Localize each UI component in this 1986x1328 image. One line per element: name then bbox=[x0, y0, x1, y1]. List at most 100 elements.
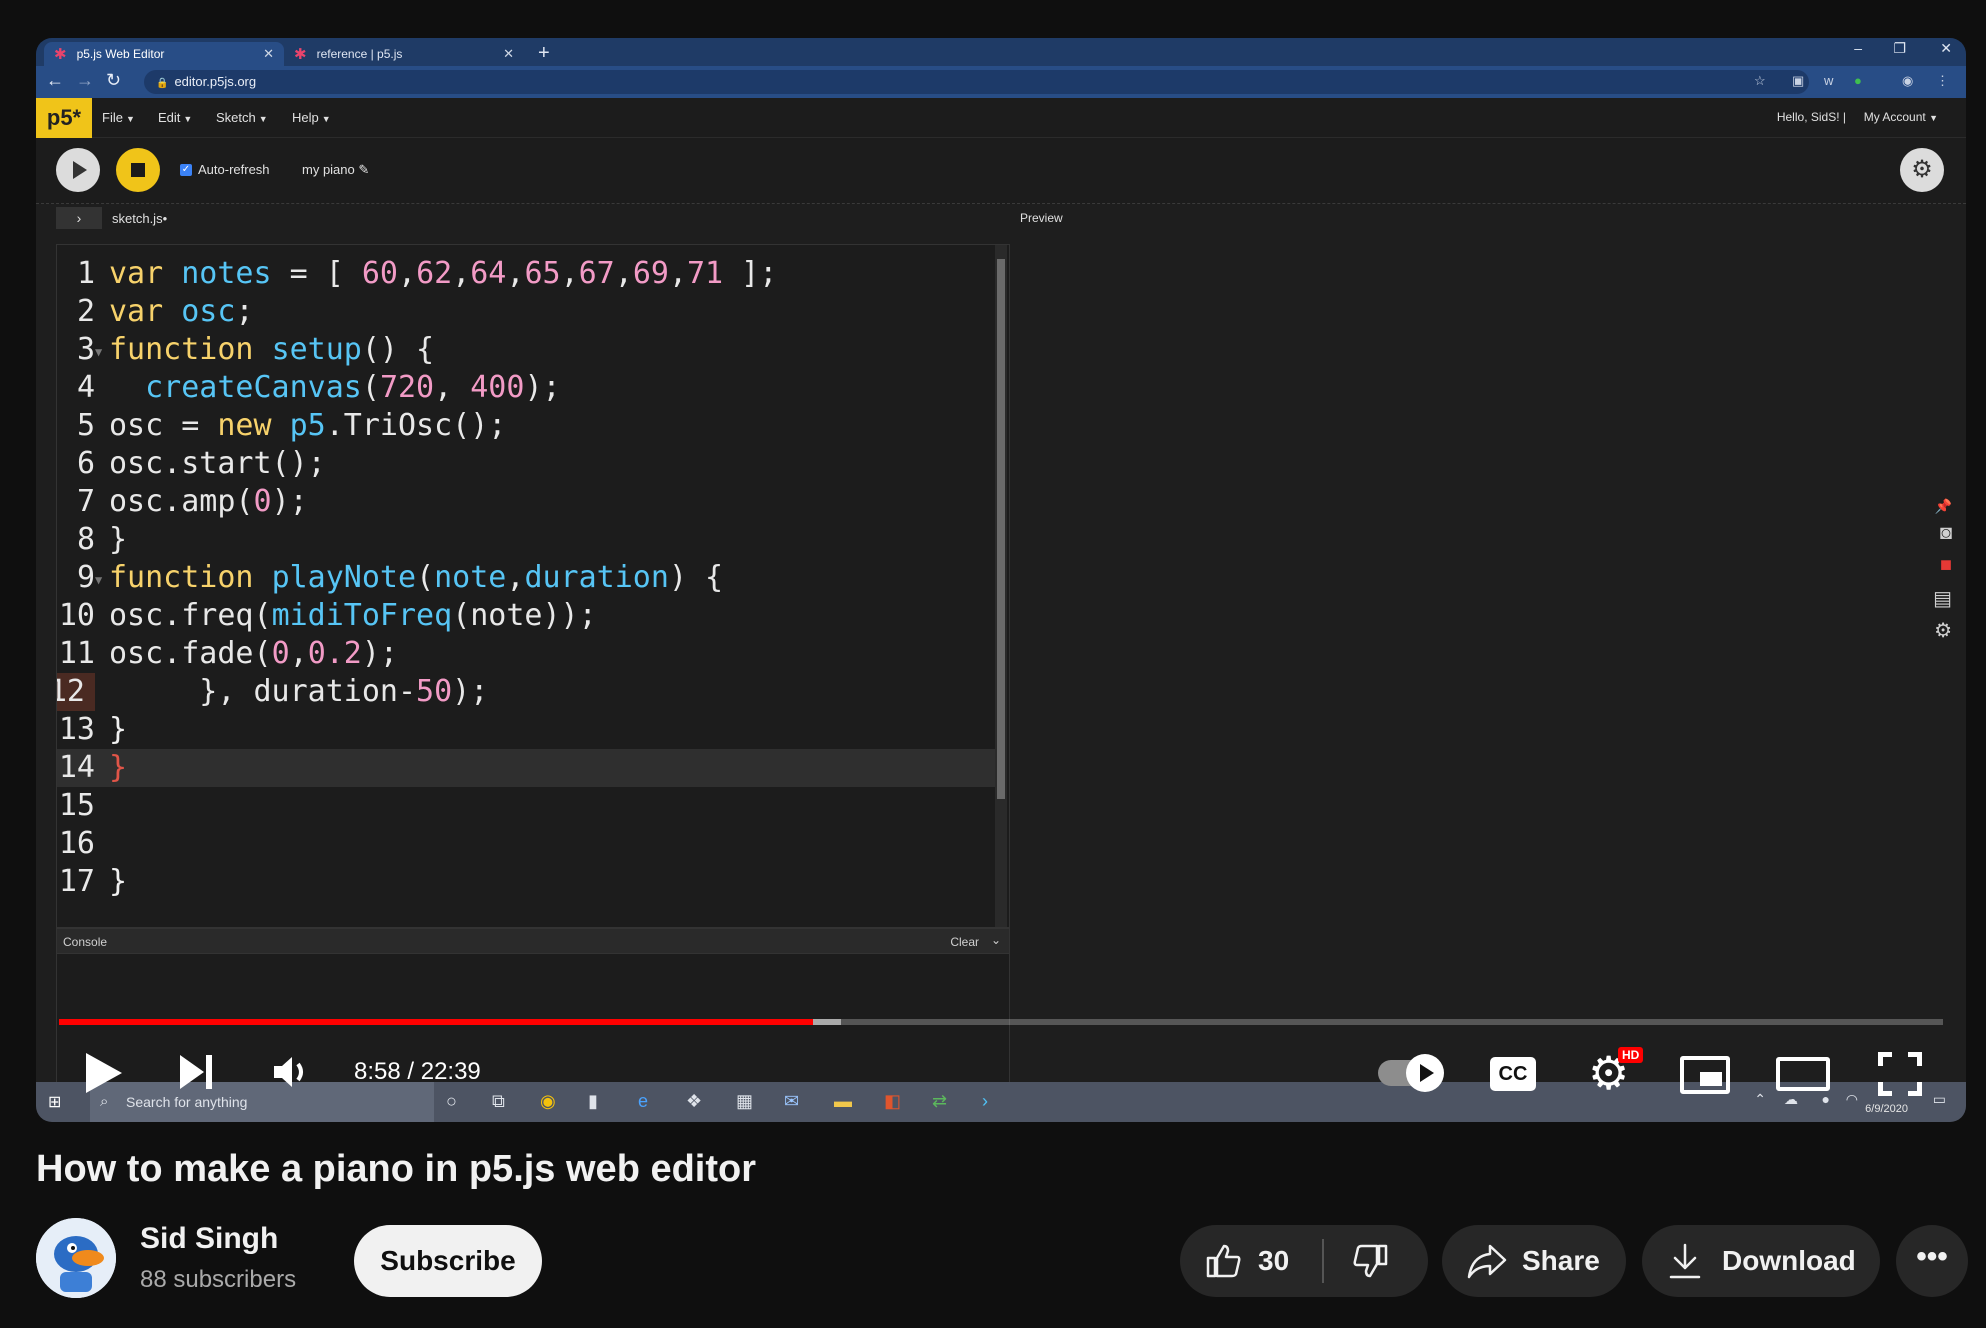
code-line[interactable]: 3 ▼ function setup() { bbox=[57, 331, 997, 369]
office-icon[interactable]: ◧ bbox=[884, 1091, 901, 1112]
mic-icon[interactable]: ● bbox=[1822, 1091, 1830, 1107]
auto-refresh-checkbox[interactable]: ✓ Auto-refresh bbox=[180, 162, 270, 177]
folder-icon[interactable]: ▬ bbox=[834, 1091, 852, 1112]
cortana-icon[interactable]: ○ bbox=[446, 1091, 457, 1112]
download-svg bbox=[1669, 1243, 1701, 1279]
code-line[interactable]: 9 ▼ function playNote(note,duration) { bbox=[57, 559, 997, 597]
mail-icon[interactable]: ✉ bbox=[784, 1091, 799, 1112]
channel-name[interactable]: Sid Singh bbox=[140, 1222, 278, 1256]
minimize-icon[interactable]: – bbox=[1854, 40, 1862, 56]
extension-icon[interactable]: w bbox=[1824, 73, 1833, 88]
onedrive-icon[interactable]: ☁ bbox=[1784, 1091, 1798, 1108]
thumbs-up-icon[interactable] bbox=[1204, 1241, 1244, 1288]
camera-icon[interactable]: ◙ bbox=[1940, 522, 1952, 545]
code-editor[interactable]: 1 var notes = [ 60,62,64,65,67,69,71 ]; 2… bbox=[56, 244, 1010, 928]
chrome-icon[interactable]: ◉ bbox=[540, 1091, 556, 1112]
share-button[interactable]: Share bbox=[1442, 1225, 1626, 1297]
channel-avatar[interactable] bbox=[36, 1218, 116, 1298]
volume-icon[interactable] bbox=[270, 1052, 314, 1092]
extension-icon[interactable]: ● bbox=[1854, 73, 1862, 88]
menu-help[interactable]: Help ▼ bbox=[292, 110, 331, 125]
code-line[interactable]: 16 bbox=[57, 825, 997, 863]
browser-tab-p5-editor[interactable]: ✱ p5.js Web Editor ✕ bbox=[44, 42, 284, 66]
menu-edit[interactable]: Edit ▼ bbox=[158, 110, 192, 125]
play-sketch-button[interactable] bbox=[56, 148, 100, 192]
editor-settings-button[interactable]: ⚙ bbox=[1900, 148, 1944, 192]
scrollbar-thumb[interactable] bbox=[997, 259, 1005, 799]
captions-button[interactable]: CC bbox=[1490, 1057, 1536, 1091]
pin-icon[interactable]: 📌 bbox=[1935, 498, 1952, 515]
new-tab-icon[interactable]: + bbox=[538, 42, 550, 65]
windows-start-icon[interactable]: ⊞ bbox=[48, 1092, 61, 1112]
extension-icon[interactable]: ▣ bbox=[1792, 73, 1804, 89]
back-icon[interactable]: ← bbox=[46, 70, 64, 91]
file-tab[interactable]: sketch.js• bbox=[112, 211, 167, 226]
sketch-name[interactable]: my piano ✎ bbox=[302, 162, 369, 178]
p5-logo[interactable]: p5* bbox=[36, 98, 92, 138]
code-line[interactable]: 6 osc.start(); bbox=[57, 445, 997, 483]
gallery-icon[interactable]: ▤ bbox=[1933, 586, 1952, 611]
task-view-icon[interactable]: ⧉ bbox=[492, 1091, 505, 1112]
more-actions-button[interactable]: ••• bbox=[1896, 1225, 1968, 1297]
tray-date[interactable]: 6/9/2020 bbox=[1865, 1103, 1908, 1115]
mic-app-icon[interactable]: ▮ bbox=[588, 1091, 598, 1112]
close-icon[interactable]: ✕ bbox=[263, 46, 274, 62]
code-line[interactable]: 17} bbox=[57, 863, 997, 901]
sidebar-toggle-button[interactable]: › bbox=[56, 207, 102, 229]
like-count[interactable]: 30 bbox=[1258, 1245, 1289, 1277]
tray-chevron-icon[interactable]: ⌃ bbox=[1754, 1091, 1766, 1108]
my-account-menu[interactable]: My Account ▼ bbox=[1864, 110, 1938, 124]
miniplayer-icon[interactable] bbox=[1680, 1056, 1730, 1094]
address-bar[interactable]: 🔒 editor.p5js.org bbox=[144, 70, 1809, 94]
code-line-active[interactable]: 14} bbox=[57, 749, 997, 787]
app-icon[interactable]: ⇄ bbox=[932, 1091, 947, 1112]
code-line[interactable]: 1 var notes = [ 60,62,64,65,67,69,71 ]; bbox=[57, 255, 997, 293]
console-clear-button[interactable]: Clear bbox=[950, 935, 979, 949]
fullscreen-icon[interactable] bbox=[1878, 1052, 1922, 1096]
close-icon[interactable]: ✕ bbox=[503, 46, 514, 62]
code-line[interactable]: 5 osc = new p5.TriOsc(); bbox=[57, 407, 997, 445]
browser-tab-reference[interactable]: ✱ reference | p5.js ✕ bbox=[284, 42, 524, 66]
miniplayer-inner bbox=[1700, 1072, 1722, 1086]
restore-icon[interactable]: ❐ bbox=[1893, 40, 1906, 57]
code-line[interactable]: 12 }, duration-50); bbox=[57, 673, 997, 711]
code-line[interactable]: 2 var osc; bbox=[57, 293, 997, 331]
terminal-icon[interactable]: › bbox=[982, 1091, 988, 1112]
subscribe-button[interactable]: Subscribe bbox=[354, 1225, 542, 1297]
reload-icon[interactable]: ↻ bbox=[106, 70, 121, 91]
edge-icon[interactable]: e bbox=[638, 1091, 648, 1112]
stop-sketch-button[interactable] bbox=[116, 148, 160, 192]
editor-scrollbar[interactable] bbox=[995, 245, 1007, 927]
window-close-icon[interactable]: ✕ bbox=[1940, 40, 1952, 57]
code-line[interactable]: 7 osc.amp(0); bbox=[57, 483, 997, 521]
menu-file[interactable]: File ▼ bbox=[102, 110, 135, 125]
browser-menu-icon[interactable]: ⋮ bbox=[1936, 73, 1949, 89]
taskbar-search-box[interactable]: ⌕ Search for anything bbox=[90, 1082, 434, 1122]
fold-arrow-icon[interactable]: ▼ bbox=[95, 333, 102, 371]
play-icon[interactable] bbox=[86, 1053, 122, 1093]
store-icon[interactable]: ▦ bbox=[736, 1091, 753, 1112]
fold-arrow-icon[interactable]: ▼ bbox=[95, 561, 102, 599]
chevron-down-icon[interactable]: ⌄ bbox=[991, 933, 1001, 947]
theater-mode-icon[interactable] bbox=[1776, 1057, 1830, 1091]
code-line[interactable]: 4 createCanvas(720, 400); bbox=[57, 369, 997, 407]
dropbox-icon[interactable]: ❖ bbox=[686, 1091, 702, 1112]
thumbs-down-icon[interactable] bbox=[1350, 1241, 1390, 1288]
forward-icon[interactable]: → bbox=[76, 70, 94, 91]
autoplay-toggle[interactable] bbox=[1378, 1054, 1444, 1092]
bookmark-star-icon[interactable]: ☆ bbox=[1754, 73, 1766, 89]
profile-avatar-icon[interactable]: ◉ bbox=[1902, 73, 1913, 89]
code-line[interactable]: 10 osc.freq(midiToFreq(note)); bbox=[57, 597, 997, 635]
record-icon[interactable]: ■ bbox=[1940, 554, 1952, 577]
download-button[interactable]: Download bbox=[1642, 1225, 1880, 1297]
video-player[interactable]: ✱ p5.js Web Editor ✕ ✱ reference | p5.js… bbox=[36, 38, 1966, 1122]
gear-icon[interactable]: ⚙ bbox=[1934, 618, 1952, 643]
wifi-icon[interactable]: ◠ bbox=[1846, 1091, 1858, 1108]
progress-bar[interactable] bbox=[59, 1019, 1943, 1025]
menu-sketch[interactable]: Sketch ▼ bbox=[216, 110, 268, 125]
notification-icon[interactable]: ▭ bbox=[1933, 1091, 1946, 1108]
code-line[interactable]: 11 osc.fade(0,0.2); bbox=[57, 635, 997, 673]
code-line[interactable]: 13} bbox=[57, 711, 997, 749]
code-line[interactable]: 8} bbox=[57, 521, 997, 559]
code-line[interactable]: 15 bbox=[57, 787, 997, 825]
